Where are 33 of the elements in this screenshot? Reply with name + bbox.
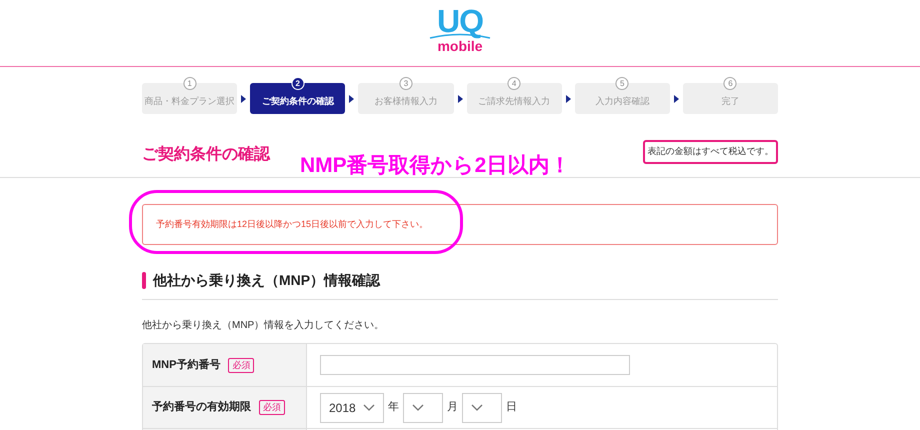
step-arrow-icon	[456, 94, 464, 102]
step-arrow-icon	[672, 94, 680, 102]
chevron-down-icon	[471, 404, 483, 412]
step-number: 4	[508, 77, 521, 90]
heading-marker	[142, 272, 146, 289]
step-number: 6	[724, 77, 737, 90]
unit-label: 年	[388, 400, 399, 416]
chevron-down-icon	[412, 404, 424, 412]
field-label: MNP予約番号	[152, 358, 220, 373]
field-label: 予約番号の有効期限	[152, 400, 251, 416]
dropdown-field[interactable]	[403, 392, 443, 422]
step-number: 3	[399, 77, 412, 90]
tax-note: 表記の金額はすべて税込です。	[643, 140, 778, 164]
step-arrow-icon	[240, 94, 248, 102]
section-heading: 他社から乗り換え（MNP）情報確認	[153, 271, 380, 290]
dropdown-field[interactable]: 2018	[320, 392, 384, 422]
annotation-text: NMP番号取得から2日以内！	[300, 153, 570, 179]
step-arrow-icon	[348, 94, 356, 102]
chevron-down-icon	[363, 404, 375, 412]
description-text: 他社から乗り換え（MNP）情報を入力してください。	[142, 318, 386, 333]
step-number: 5	[616, 77, 629, 90]
alert-text: 予約番号有効期限は12日後以降かつ15日後以前で入力して下さい。	[156, 218, 428, 231]
required-tag: 必須	[259, 400, 285, 415]
page-title: ご契約条件の確認	[142, 144, 270, 165]
logo[interactable]: UQ mobile	[429, 6, 491, 53]
required-tag: 必須	[228, 358, 254, 372]
unit-label: 日	[506, 400, 517, 416]
input-field[interactable]	[320, 355, 630, 375]
step-number: 1	[183, 77, 196, 90]
unit-label: 月	[447, 400, 458, 416]
step-arrow-icon	[564, 94, 572, 102]
dropdown-field[interactable]	[462, 392, 502, 422]
step-number: 2	[291, 77, 304, 90]
